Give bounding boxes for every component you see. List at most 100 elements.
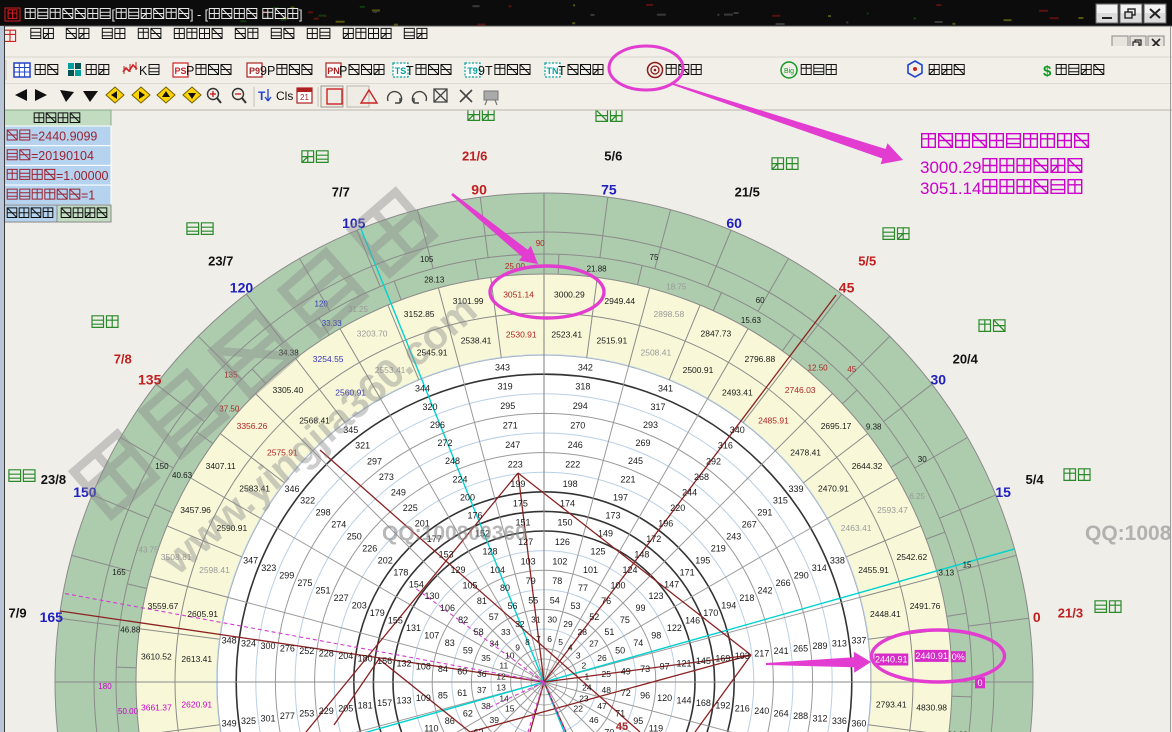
svg-text:PN: PN [327,66,340,76]
svg-text:80: 80 [500,583,510,593]
svg-text:216: 216 [735,703,750,713]
svg-text:3051.14: 3051.14 [503,289,534,299]
svg-text:2847.73: 2847.73 [701,329,732,339]
svg-text:]: ] [299,8,302,22]
svg-text:314: 314 [812,563,827,573]
svg-text:253: 253 [299,708,314,718]
svg-text:130: 130 [425,591,440,601]
svg-text:322: 322 [300,496,315,506]
svg-text:223: 223 [508,459,523,469]
svg-text:269: 269 [636,438,651,448]
svg-text:193: 193 [735,651,750,661]
svg-text:63: 63 [474,727,484,732]
svg-text:3610.52: 3610.52 [141,652,172,662]
svg-text:227: 227 [334,593,349,603]
svg-text:QQ:100800360: QQ:100800360 [382,522,527,545]
svg-text:97: 97 [660,661,670,671]
svg-text:70: 70 [604,727,614,732]
svg-text:125: 125 [591,547,606,557]
svg-text:107: 107 [424,631,439,641]
svg-text:40.63: 40.63 [172,471,193,480]
svg-text:2491.76: 2491.76 [910,601,941,611]
svg-text:55: 55 [528,596,538,606]
svg-text:82: 82 [458,615,468,625]
svg-text:146: 146 [685,616,700,626]
svg-text:] - [: ] - [ [190,8,209,22]
svg-text:50.00: 50.00 [118,707,139,716]
svg-text:76: 76 [601,596,611,606]
svg-text:18.75: 18.75 [666,283,687,292]
svg-text:5: 5 [558,637,563,647]
svg-text:121: 121 [677,659,692,669]
svg-text:266: 266 [776,578,791,588]
svg-text:2746.03: 2746.03 [785,385,816,395]
svg-text:48: 48 [602,685,612,695]
svg-text:300: 300 [261,641,276,651]
svg-text:7/8: 7/8 [114,352,132,367]
svg-text:268: 268 [694,472,709,482]
svg-text:219: 219 [711,544,726,554]
svg-text:150: 150 [155,462,169,471]
svg-text:203: 203 [352,601,367,611]
svg-text:75: 75 [650,253,659,262]
svg-text:347: 347 [243,556,258,566]
svg-text:133: 133 [397,696,412,706]
svg-text:273: 273 [379,472,394,482]
svg-text:11: 11 [499,660,508,670]
svg-text:2440.91: 2440.91 [875,655,908,665]
svg-text:3407.11: 3407.11 [206,461,236,471]
svg-text:7/9: 7/9 [9,606,27,621]
svg-text:316: 316 [718,441,733,451]
svg-text:110: 110 [424,724,438,732]
svg-text:30: 30 [918,455,927,464]
svg-text:[: [ [112,8,116,22]
svg-text:119: 119 [649,724,663,732]
svg-text:47: 47 [597,701,607,711]
svg-text:2455.91: 2455.91 [858,565,889,575]
svg-text:325: 325 [241,716,256,726]
svg-text:120: 120 [230,280,254,296]
svg-text:277: 277 [280,711,295,721]
svg-text:29: 29 [563,619,573,629]
svg-text:39: 39 [490,715,500,725]
svg-text:12.50: 12.50 [808,363,829,372]
svg-text:32: 32 [515,619,525,629]
svg-text:9: 9 [515,643,520,653]
svg-text:2515.91: 2515.91 [597,336,628,346]
svg-text:21/5: 21/5 [735,184,760,199]
svg-text:Big: Big [784,68,794,75]
svg-text:52: 52 [589,612,599,622]
svg-text:315: 315 [773,496,788,506]
svg-text:P9: P9 [249,66,260,76]
svg-text:153: 153 [439,550,454,560]
svg-text:318: 318 [575,382,590,392]
svg-text:126: 126 [555,537,570,547]
svg-text:78: 78 [552,576,562,586]
svg-text:34: 34 [490,639,500,649]
svg-text:15: 15 [505,703,515,713]
svg-text:38: 38 [481,701,491,711]
svg-text:195: 195 [695,555,710,565]
svg-text:271: 271 [503,421,518,431]
svg-text:3559.67: 3559.67 [148,601,179,611]
svg-text:33: 33 [501,627,511,637]
svg-text:313: 313 [832,638,847,648]
svg-text:=1.00000: =1.00000 [56,169,109,183]
svg-text:15.63: 15.63 [741,316,762,325]
svg-text:3.13: 3.13 [939,568,955,577]
svg-text:2: 2 [582,660,587,670]
svg-text:299: 299 [279,571,294,581]
svg-text:293: 293 [643,420,658,430]
svg-text:205: 205 [338,703,353,713]
svg-text:296: 296 [430,420,445,430]
svg-text:348: 348 [222,636,237,646]
svg-text:165: 165 [112,568,126,577]
svg-text:2523.41: 2523.41 [551,330,582,340]
svg-text:276: 276 [280,643,295,653]
svg-text:3203.70: 3203.70 [357,329,388,339]
svg-text:90: 90 [471,181,487,197]
svg-text:62: 62 [463,709,473,719]
svg-text:PS: PS [174,66,186,76]
svg-text:50: 50 [615,646,625,656]
svg-text:145: 145 [696,656,711,666]
